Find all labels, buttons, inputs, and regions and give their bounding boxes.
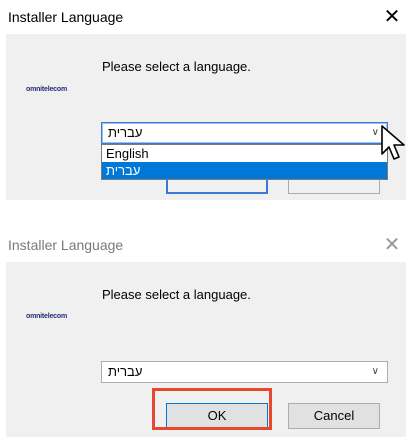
- language-dropdown-list: English עברית: [101, 144, 388, 180]
- title-bar: Installer Language ✕: [0, 0, 414, 34]
- ok-button-partial[interactable]: [166, 180, 268, 194]
- close-icon[interactable]: ✕: [380, 232, 404, 258]
- window-title: Installer Language: [8, 237, 124, 253]
- omnitelecom-logo: omnitelecom: [26, 86, 67, 93]
- dialog-body: omnitelecom Please select a language. עב…: [6, 34, 406, 200]
- chevron-down-icon[interactable]: ∨: [372, 127, 379, 138]
- cancel-button-partial[interactable]: [288, 180, 380, 194]
- selected-language: עברית: [108, 364, 143, 379]
- language-prompt: Please select a language.: [102, 59, 251, 74]
- close-icon[interactable]: ✕: [380, 4, 404, 30]
- chevron-down-icon[interactable]: ∨: [372, 366, 379, 377]
- option-hebrew[interactable]: עברית: [102, 162, 387, 179]
- title-bar: Installer Language ✕: [0, 228, 414, 262]
- ok-highlight-box: [152, 388, 272, 430]
- option-english[interactable]: English: [102, 145, 387, 162]
- installer-language-dialog: Installer Language ✕ omnitelecom Please …: [0, 228, 414, 443]
- mouse-pointer-icon: [381, 125, 405, 160]
- language-select[interactable]: עברית ∨: [101, 122, 388, 144]
- window-title: Installer Language: [8, 9, 124, 25]
- installer-language-dialog-dropdown-open: Installer Language ✕ omnitelecom Please …: [0, 0, 414, 208]
- language-prompt: Please select a language.: [102, 287, 251, 302]
- omnitelecom-logo: omnitelecom: [26, 313, 67, 320]
- cancel-button[interactable]: Cancel: [288, 403, 380, 429]
- selected-language: עברית: [108, 125, 143, 140]
- language-select[interactable]: עברית ∨: [101, 361, 388, 383]
